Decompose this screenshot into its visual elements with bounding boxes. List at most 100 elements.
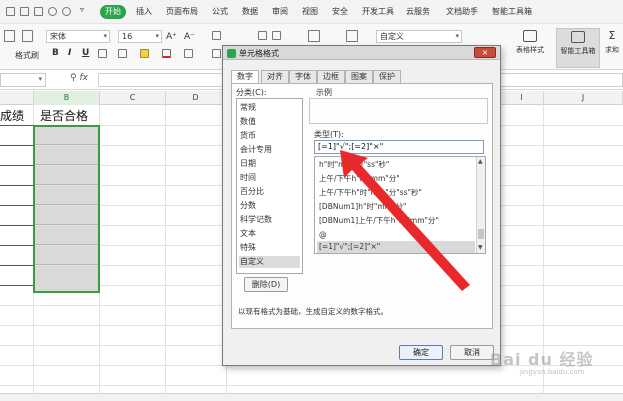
- tab-start[interactable]: 开始: [100, 5, 126, 19]
- tab-alignment[interactable]: 对齐: [261, 70, 289, 83]
- watermark-logo-text: Bai du 经验: [490, 350, 594, 369]
- border-icon[interactable]: [98, 49, 107, 58]
- scroll-down-icon[interactable]: ▼: [478, 244, 483, 251]
- tab-doc-assistant[interactable]: 文档助手: [446, 6, 478, 17]
- tab-border[interactable]: 边框: [317, 70, 345, 83]
- tab-number[interactable]: 数字: [231, 70, 259, 84]
- type-input[interactable]: [=1]"√";[=2]"×": [314, 140, 484, 154]
- tab-cloud[interactable]: 云服务: [406, 6, 430, 17]
- italic-button[interactable]: I: [68, 48, 71, 58]
- list-item-selected[interactable]: [=1]"√";[=2]"×": [317, 241, 475, 253]
- column-header-j[interactable]: J: [544, 91, 623, 105]
- column-header-b[interactable]: B: [34, 91, 100, 105]
- save-icon[interactable]: [6, 7, 15, 16]
- font-size-select[interactable]: 16 ▾: [118, 30, 162, 43]
- number-format-select[interactable]: 自定义 ▾: [376, 30, 462, 43]
- font-name-select[interactable]: 宋体 ▾: [46, 30, 110, 43]
- quick-access-menu-icon[interactable]: ▿: [80, 5, 89, 14]
- scroll-thumb[interactable]: [478, 229, 484, 239]
- list-item[interactable]: 上午/下午h"时"mm"分"ss"秒": [317, 187, 475, 199]
- list-item[interactable]: 时间: [239, 172, 300, 184]
- column-header-i[interactable]: I: [500, 91, 544, 105]
- align-bottom-icon[interactable]: [272, 31, 281, 40]
- tab-font[interactable]: 字体: [289, 70, 317, 83]
- type-list-scrollbar[interactable]: ▲ ▼: [476, 157, 485, 253]
- row-divider: [0, 285, 33, 286]
- tab-review[interactable]: 审阅: [272, 6, 288, 17]
- print-preview-icon[interactable]: [34, 7, 43, 16]
- list-item[interactable]: 分数: [239, 200, 300, 212]
- cell-b1[interactable]: 是否合格: [40, 107, 88, 124]
- list-item[interactable]: 文本: [239, 228, 300, 240]
- align-top-icon[interactable]: [212, 31, 221, 40]
- tab-data[interactable]: 数据: [242, 6, 258, 17]
- list-item[interactable]: 特殊: [239, 242, 300, 254]
- align-middle-icon[interactable]: [258, 31, 267, 40]
- wrap-text-icon[interactable]: [346, 30, 358, 42]
- magnifier-icon[interactable]: ⚲: [70, 73, 77, 83]
- tab-pattern[interactable]: 图案: [345, 70, 373, 83]
- chevron-down-icon: ▾: [38, 75, 42, 83]
- tab-view[interactable]: 视图: [302, 6, 318, 17]
- sample-box: [309, 98, 488, 124]
- format-brush-icon[interactable]: [22, 30, 33, 42]
- grow-font-button[interactable]: A⁺: [166, 32, 177, 42]
- list-item[interactable]: 上午/下午h"时"mm"分": [317, 173, 475, 185]
- print-icon[interactable]: [20, 7, 29, 16]
- close-button[interactable]: ×: [474, 47, 496, 58]
- list-item-selected[interactable]: 自定义: [239, 256, 300, 268]
- format-brush-label[interactable]: 格式刷: [15, 50, 39, 61]
- list-item[interactable]: [DBNum1]上午/下午h"时"mm"分": [317, 215, 475, 227]
- cancel-button[interactable]: 取消: [450, 345, 494, 360]
- tab-page-layout[interactable]: 页面布局: [166, 6, 198, 17]
- delete-button[interactable]: 删除(D): [244, 277, 288, 292]
- column-header-d[interactable]: D: [166, 91, 226, 105]
- tab-protection[interactable]: 保护: [373, 70, 401, 83]
- merge-center-icon[interactable]: [308, 30, 320, 42]
- bold-button[interactable]: B: [52, 48, 59, 58]
- paste-icon[interactable]: [4, 30, 15, 42]
- list-item[interactable]: 常规: [239, 102, 300, 114]
- tab-developer[interactable]: 开发工具: [362, 6, 394, 17]
- type-list[interactable]: h"时"mm"分"ss"秒" 上午/下午h"时"mm"分" 上午/下午h"时"m…: [314, 156, 486, 254]
- category-list[interactable]: 常规 数值 货币 会计专用 日期 时间 百分比 分数 科学记数 文本 特殊 自定…: [236, 98, 303, 274]
- column-header-c[interactable]: C: [100, 91, 166, 105]
- underline-button[interactable]: U: [82, 48, 89, 58]
- dialog-title: 单元格格式: [239, 49, 279, 58]
- row-divider: [0, 185, 33, 186]
- list-item[interactable]: 货币: [239, 130, 300, 142]
- list-item[interactable]: 数值: [239, 116, 300, 128]
- tab-smart-toolbox[interactable]: 智能工具箱: [492, 6, 532, 17]
- chevron-down-icon: ▾: [455, 32, 459, 40]
- tab-formula[interactable]: 公式: [212, 6, 228, 17]
- list-item[interactable]: 日期: [239, 158, 300, 170]
- smart-toolbox-button[interactable]: 智能工具箱: [556, 28, 600, 68]
- list-item[interactable]: 科学记数: [239, 214, 300, 226]
- align-left-icon[interactable]: [212, 49, 221, 58]
- dialog-title-bar[interactable]: 单元格格式 ×: [223, 46, 500, 60]
- fill-color-icon[interactable]: [140, 49, 149, 58]
- tab-insert[interactable]: 插入: [136, 6, 152, 17]
- clear-format-icon[interactable]: [184, 49, 193, 58]
- row-divider: [0, 245, 33, 246]
- column-header-a[interactable]: [0, 91, 34, 105]
- sum-button[interactable]: Σ 求和: [601, 28, 623, 68]
- list-item[interactable]: h"时"mm"分"ss"秒": [317, 159, 475, 171]
- shrink-font-button[interactable]: A⁻: [184, 32, 195, 42]
- list-item[interactable]: 会计专用: [239, 144, 300, 156]
- redo-icon[interactable]: [62, 7, 71, 16]
- table-style-button[interactable]: 表格样式: [508, 28, 552, 68]
- list-item[interactable]: 百分比: [239, 186, 300, 198]
- list-item[interactable]: [DBNum1]h"时"mm"分": [317, 201, 475, 213]
- name-box[interactable]: ▾: [0, 73, 46, 87]
- format-description: 以现有格式为基础，生成自定义的数字格式。: [238, 307, 388, 316]
- scroll-up-icon[interactable]: ▲: [478, 158, 483, 165]
- merge-icon[interactable]: [118, 49, 127, 58]
- cell-a1[interactable]: 成绩: [0, 107, 24, 124]
- fx-icon[interactable]: fx: [79, 73, 88, 83]
- ok-button[interactable]: 确定: [399, 345, 443, 360]
- list-item[interactable]: @: [317, 229, 475, 241]
- undo-icon[interactable]: [48, 7, 57, 16]
- font-color-icon[interactable]: [162, 49, 171, 58]
- tab-security[interactable]: 安全: [332, 6, 348, 17]
